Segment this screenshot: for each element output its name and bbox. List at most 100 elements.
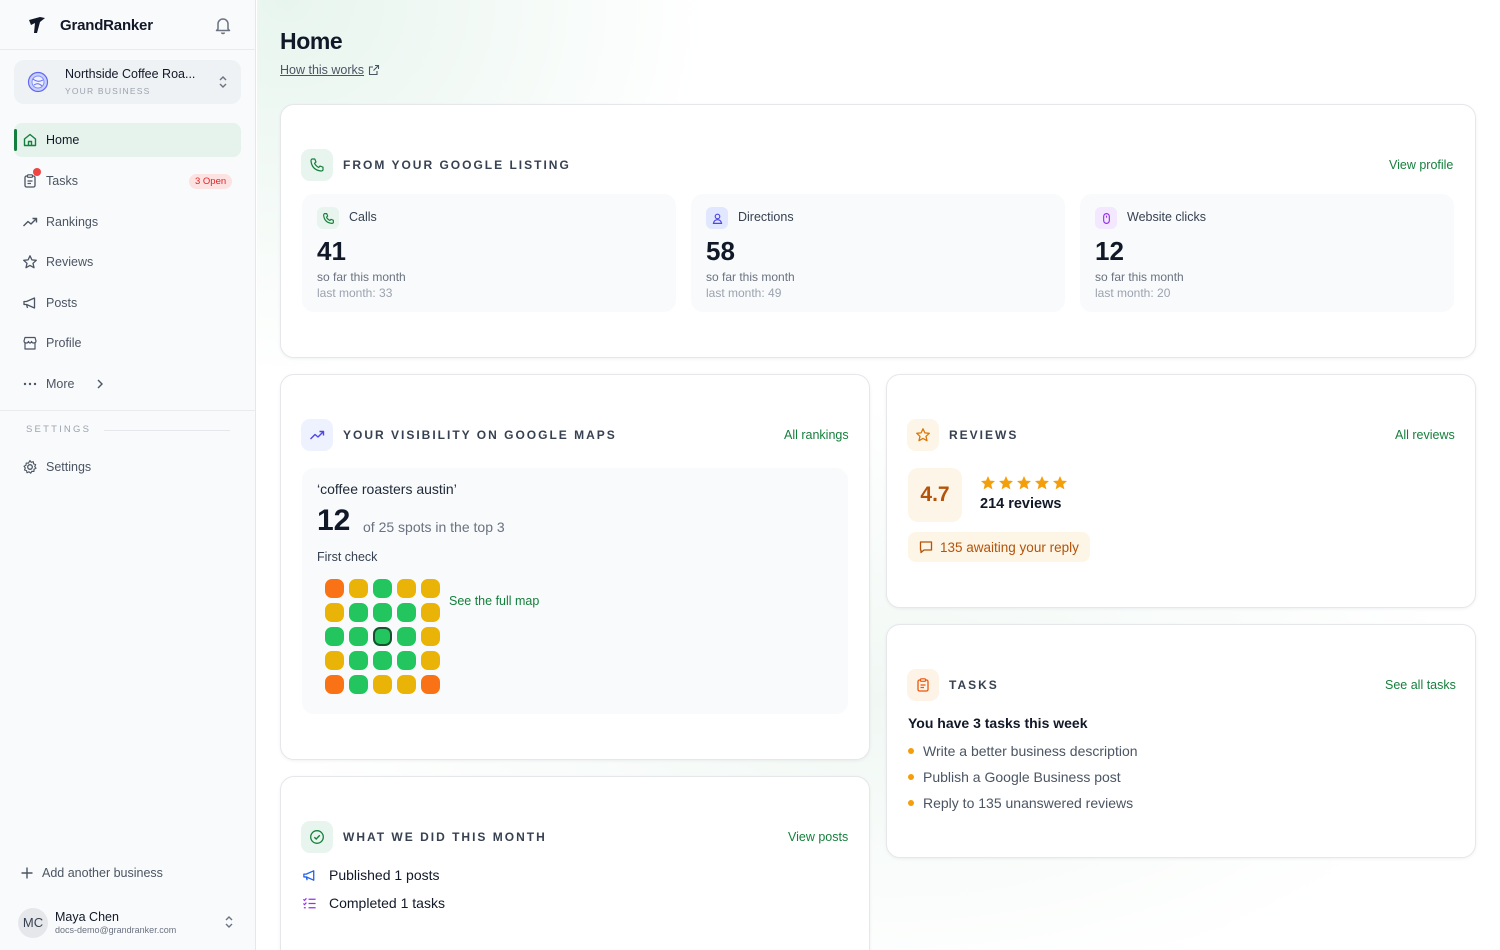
grid-point bbox=[325, 603, 344, 622]
average-rating: 4.7 bbox=[908, 468, 962, 522]
sidebar-item-rankings[interactable]: Rankings bbox=[14, 205, 241, 239]
phone-icon bbox=[301, 149, 333, 181]
sidebar-item-label: Reviews bbox=[46, 255, 94, 269]
megaphone-icon bbox=[303, 869, 315, 881]
grid-point bbox=[325, 579, 344, 598]
storefront-icon bbox=[23, 336, 37, 350]
clipboard-icon bbox=[907, 669, 939, 701]
sidebar-item-label: Posts bbox=[46, 296, 78, 310]
bell-icon[interactable] bbox=[212, 14, 234, 36]
stat-label: Directions bbox=[738, 210, 794, 224]
brand-logo[interactable]: GrandRanker bbox=[26, 13, 153, 37]
tasks-open-badge: 3 Open bbox=[189, 174, 233, 189]
section-title: YOUR VISIBILITY ON GOOGLE MAPS bbox=[343, 428, 617, 442]
settings-heading-rule bbox=[104, 430, 230, 431]
sidebar-item-home[interactable]: Home bbox=[14, 123, 241, 157]
awaiting-reply-button[interactable]: 135 awaiting your reply bbox=[908, 532, 1090, 562]
grid-point bbox=[421, 603, 440, 622]
stat-subtitle: so far this month bbox=[317, 270, 406, 284]
task-item[interactable]: Write a better business description bbox=[908, 743, 1138, 759]
plus-icon bbox=[21, 867, 33, 879]
google-listing-card: FROM YOUR GOOGLE LISTING View profile Ca… bbox=[280, 104, 1476, 358]
settings-heading: SETTINGS bbox=[26, 424, 92, 435]
how-this-works-label: How this works bbox=[280, 63, 365, 77]
sidebar-item-label: Rankings bbox=[46, 215, 99, 229]
checklist-icon bbox=[302, 897, 316, 908]
task-label: Write a better business description bbox=[923, 743, 1138, 759]
business-label: YOUR BUSINESS bbox=[65, 86, 151, 96]
chevron-up-down-icon bbox=[225, 916, 233, 928]
stat-label: Calls bbox=[349, 210, 377, 224]
add-business-label: Add another business bbox=[42, 866, 163, 880]
activity-tasks: Completed 1 tasks bbox=[302, 895, 445, 911]
stat-last-month: last month: 33 bbox=[317, 286, 393, 300]
grid-point bbox=[325, 627, 344, 646]
view-posts-link[interactable]: View posts bbox=[788, 830, 848, 844]
calls-stat: Calls 41 so far this month last month: 3… bbox=[302, 194, 676, 312]
mouse-icon bbox=[1095, 207, 1117, 229]
visibility-card: YOUR VISIBILITY ON GOOGLE MAPS All ranki… bbox=[280, 374, 870, 760]
star-icon bbox=[23, 255, 37, 269]
external-link-icon bbox=[368, 64, 380, 76]
keyword: ‘coffee roasters austin’ bbox=[317, 481, 457, 497]
sidebar-item-settings[interactable]: Settings bbox=[14, 450, 241, 484]
grid-point bbox=[349, 651, 368, 670]
activity-tasks-label: Completed 1 tasks bbox=[329, 895, 445, 911]
sidebar-item-label: Settings bbox=[46, 460, 92, 474]
see-full-map-link[interactable]: See the full map bbox=[449, 594, 539, 608]
more-dots-icon bbox=[23, 382, 37, 386]
tasks-card: TASKS See all tasks You have 3 tasks thi… bbox=[886, 624, 1476, 858]
task-bullet bbox=[908, 800, 914, 806]
section-title: WHAT WE DID THIS MONTH bbox=[343, 830, 547, 844]
add-business-button[interactable]: Add another business bbox=[20, 866, 163, 880]
star-icon bbox=[999, 476, 1013, 490]
sidebar-item-tasks[interactable]: Tasks 3 Open bbox=[14, 164, 241, 198]
star-icon bbox=[981, 476, 995, 490]
all-rankings-link[interactable]: All rankings bbox=[784, 428, 849, 442]
grid-point bbox=[397, 675, 416, 694]
grid-point bbox=[397, 651, 416, 670]
stat-last-month: last month: 49 bbox=[706, 286, 782, 300]
user-email: docs-demo@grandranker.com bbox=[55, 925, 177, 935]
sidebar-divider bbox=[0, 49, 256, 50]
grid-point bbox=[349, 579, 368, 598]
stat-label: Website clicks bbox=[1127, 210, 1206, 224]
activity-card: WHAT WE DID THIS MONTH View posts Publis… bbox=[280, 776, 870, 950]
business-name: Northside Coffee Roa... bbox=[65, 67, 196, 81]
section-title: TASKS bbox=[949, 678, 999, 692]
business-switcher[interactable]: Northside Coffee Roa... YOUR BUSINESS bbox=[14, 60, 241, 104]
task-item[interactable]: Publish a Google Business post bbox=[908, 769, 1121, 785]
star-rating bbox=[980, 475, 1068, 491]
grid-point bbox=[349, 603, 368, 622]
activity-posts: Published 1 posts bbox=[302, 867, 440, 883]
task-item[interactable]: Reply to 135 unanswered reviews bbox=[908, 795, 1133, 811]
home-icon bbox=[23, 133, 37, 147]
page-title: Home bbox=[280, 28, 343, 54]
grid-point bbox=[397, 603, 416, 622]
grid-point bbox=[421, 579, 440, 598]
section-title: FROM YOUR GOOGLE LISTING bbox=[343, 158, 571, 172]
task-bullet bbox=[908, 774, 914, 780]
grid-point bbox=[421, 675, 440, 694]
all-reviews-link[interactable]: All reviews bbox=[1395, 428, 1455, 442]
see-all-tasks-link[interactable]: See all tasks bbox=[1385, 678, 1456, 692]
tasks-summary: You have 3 tasks this week bbox=[908, 715, 1088, 731]
directions-stat: Directions 58 so far this month last mon… bbox=[691, 194, 1065, 312]
user-menu[interactable]: MC Maya Chen docs-demo@grandranker.com bbox=[18, 906, 243, 940]
sidebar-item-more[interactable]: More bbox=[14, 367, 241, 401]
keyword-ranking-panel: ‘coffee roasters austin’ 12 of 25 spots … bbox=[302, 468, 848, 714]
view-profile-link[interactable]: View profile bbox=[1389, 158, 1453, 172]
sidebar-item-reviews[interactable]: Reviews bbox=[14, 245, 241, 279]
stat-subtitle: so far this month bbox=[1095, 270, 1184, 284]
sidebar-item-profile[interactable]: Profile bbox=[14, 326, 241, 360]
grid-point bbox=[325, 651, 344, 670]
how-this-works-link[interactable]: How this works bbox=[280, 63, 380, 77]
trending-up-icon bbox=[301, 419, 333, 451]
star-icon bbox=[907, 419, 939, 451]
sidebar-item-posts[interactable]: Posts bbox=[14, 286, 241, 320]
sidebar-item-label: Tasks bbox=[46, 174, 78, 188]
star-icon bbox=[1035, 476, 1049, 490]
grid-point bbox=[421, 627, 440, 646]
grid-point bbox=[373, 579, 392, 598]
star-icon bbox=[1017, 476, 1031, 490]
